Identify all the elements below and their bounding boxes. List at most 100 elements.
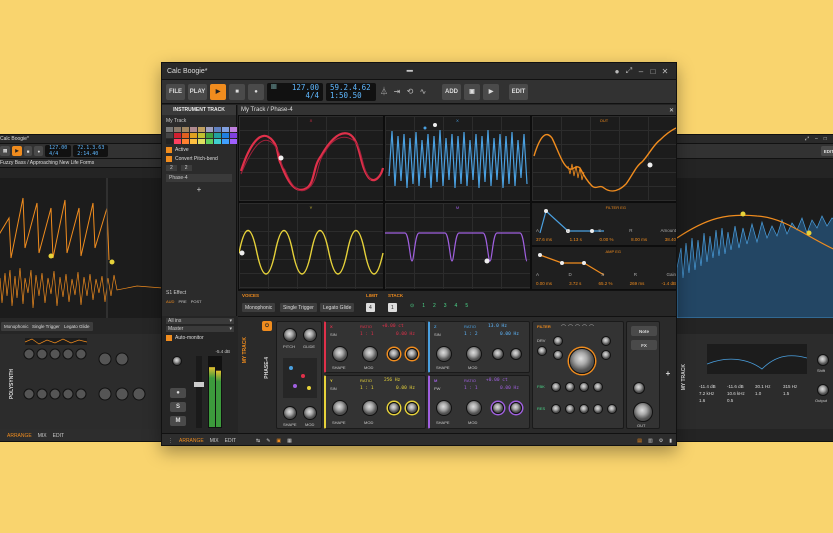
osc-z-freq[interactable]: 13.0 Hz	[488, 324, 507, 329]
effect-mode-post[interactable]: POST	[191, 299, 202, 304]
automonitor-checkbox[interactable]: Auto-monitor	[166, 335, 234, 341]
pitchbend-checkbox[interactable]: Convert Pitch-bend	[166, 156, 232, 162]
res-knob-4[interactable]	[593, 404, 603, 414]
pitch-knob[interactable]	[283, 328, 297, 342]
right-maximize-icon[interactable]: □	[824, 136, 827, 142]
fbk-knob[interactable]	[551, 382, 561, 392]
play-button[interactable]: ▶	[210, 83, 226, 100]
automation-view-icon[interactable]: ↹	[256, 438, 260, 444]
osc-x-ratio[interactable]: 1 : 1	[360, 332, 374, 337]
loop-icon[interactable]: ⟲	[405, 87, 415, 96]
right-val-9[interactable]: 0.5	[727, 398, 753, 403]
file-button[interactable]: FILE	[166, 83, 185, 100]
record-button[interactable]: ●	[248, 83, 264, 100]
edit-tab[interactable]: EDIT	[225, 438, 236, 444]
res-knob[interactable]	[551, 404, 561, 414]
osc-z-shape-knob[interactable]	[436, 346, 452, 362]
right-shift-knob[interactable]	[817, 354, 829, 366]
osc-z-ratio[interactable]: 1 : 2	[464, 332, 478, 337]
device-power-button[interactable]: ⏻	[262, 321, 272, 331]
output-selector[interactable]: Master ▾	[166, 326, 234, 332]
left-tempo-display[interactable]: 127.00 4/4	[45, 145, 72, 157]
mixer-icon[interactable]: ▮	[669, 438, 672, 444]
right-val-8[interactable]: 1.6	[699, 398, 725, 403]
scope-out[interactable]: OUT	[531, 115, 676, 202]
osc-y-fine-knob[interactable]	[388, 402, 400, 414]
right-val-7[interactable]: 1.5	[783, 391, 809, 396]
metronome-icon[interactable]: ⏃	[379, 86, 389, 97]
osc-m-fine-knob[interactable]	[492, 402, 504, 414]
scope-x-red[interactable]: X	[238, 115, 385, 202]
shape-knob[interactable]	[283, 406, 297, 420]
note-button[interactable]: Note	[631, 326, 657, 336]
right-val-2[interactable]: 30.1 Hz	[755, 384, 781, 389]
left-mix-tab[interactable]: MIX	[38, 433, 47, 439]
out-volume-knob[interactable]	[633, 402, 653, 422]
voice-1[interactable]: 1	[422, 303, 425, 309]
close-icon[interactable]: ✕	[659, 67, 671, 76]
track-name[interactable]: My Track	[166, 118, 232, 124]
right-val-6[interactable]: 1.0	[755, 391, 781, 396]
mode-single-trigger[interactable]: Single Trigger	[280, 303, 317, 312]
left-position-display[interactable]: 72.1.3.63 2:14.40	[73, 145, 109, 157]
left-arrange-tab[interactable]: ARRANGE	[7, 433, 32, 439]
osc-x-freq[interactable]: +0.00 ct	[382, 324, 404, 329]
filter-eg-d-value[interactable]: 1.13 s	[570, 237, 582, 242]
osc-y-amt-knob[interactable]	[406, 402, 418, 414]
filter-keytrack-knob[interactable]	[601, 336, 611, 346]
fx-button[interactable]: FX	[631, 340, 657, 350]
settings-icon[interactable]: ⚙	[659, 438, 663, 444]
mode-monophonic[interactable]: Monophonic	[242, 303, 276, 312]
pitch-high-field[interactable]: 2	[180, 165, 192, 171]
amp-eg-d-value[interactable]: 3.72 s	[569, 281, 581, 286]
right-edit-button[interactable]: EDIT	[820, 146, 833, 156]
edit-button[interactable]: EDIT	[509, 83, 528, 100]
limit-field[interactable]: 4	[366, 303, 375, 312]
right-val-0[interactable]: -11.4 dB	[699, 384, 725, 389]
tempo-display[interactable]: ▒▒ 127.00 4/4	[267, 82, 323, 101]
position-display[interactable]: 59.2.4.62 1:50.50	[326, 82, 376, 101]
mode-legato-glide[interactable]: Legato Glide	[320, 303, 355, 312]
right-val-5[interactable]: 10.6 kHz	[727, 391, 753, 396]
maximize-icon[interactable]: □	[647, 67, 659, 76]
fullscreen-icon[interactable]: ⤢	[623, 66, 635, 76]
filter-eg-panel[interactable]: FILTER EG A D S R Amount 37.6 ms 1.13 s …	[531, 202, 676, 246]
device-chain-item[interactable]: Phase-4	[166, 174, 232, 182]
left-mode-single-trigger[interactable]: Single Trigger	[29, 322, 63, 331]
osc-x-shape-knob[interactable]	[332, 346, 348, 362]
res-knob-5[interactable]	[607, 404, 617, 414]
amp-eg-s-value[interactable]: 65.2 %	[598, 281, 612, 286]
scope-m[interactable]: M	[384, 202, 531, 290]
osc-m-shape-knob[interactable]	[436, 400, 452, 416]
osc-m-mod-knob[interactable]	[466, 400, 482, 416]
osc-routing-matrix[interactable]	[283, 358, 317, 398]
left-file-button[interactable]: ▤	[0, 146, 11, 156]
browser-icon[interactable]: ▤	[637, 438, 642, 444]
pitch-low-field[interactable]: 2	[166, 165, 177, 171]
osc-m-amt-knob[interactable]	[510, 402, 522, 414]
left-play-button[interactable]: ▶	[12, 146, 22, 156]
effect-mode-pre[interactable]: PRE	[178, 299, 186, 304]
volume-fader[interactable]	[194, 356, 204, 428]
osc-z-amt-knob[interactable]	[510, 348, 522, 360]
pan-knob[interactable]	[172, 356, 182, 366]
mod-knob[interactable]	[303, 406, 317, 420]
preview-button[interactable]: ▶	[483, 83, 499, 100]
add-device-icon[interactable]: +	[166, 185, 232, 194]
left-mode-legato-glide[interactable]: Legato Glide	[61, 322, 93, 331]
files-icon[interactable]: ▥	[648, 438, 653, 444]
voice-2[interactable]: 2	[433, 303, 436, 309]
right-val-4[interactable]: 7.2 kHz	[699, 391, 725, 396]
save-button[interactable]: ▣	[464, 83, 480, 100]
voice-5[interactable]: 5	[465, 303, 468, 309]
amp-eg-a-value[interactable]: 0.00 ms	[536, 281, 552, 286]
osc-m-ratio[interactable]: 1 : 1	[464, 386, 478, 391]
scope-y[interactable]: Y	[238, 202, 384, 290]
device-view-icon[interactable]: ▣	[276, 438, 281, 444]
filter-eg-s-value[interactable]: 0.00 %	[599, 237, 613, 242]
fbk-knob-3[interactable]	[579, 382, 589, 392]
left-mode-monophonic[interactable]: Monophonic	[1, 322, 32, 331]
fbk-knob-2[interactable]	[565, 382, 575, 392]
stack-field[interactable]: 1	[388, 303, 397, 312]
osc-y-mod-knob[interactable]	[362, 400, 378, 416]
